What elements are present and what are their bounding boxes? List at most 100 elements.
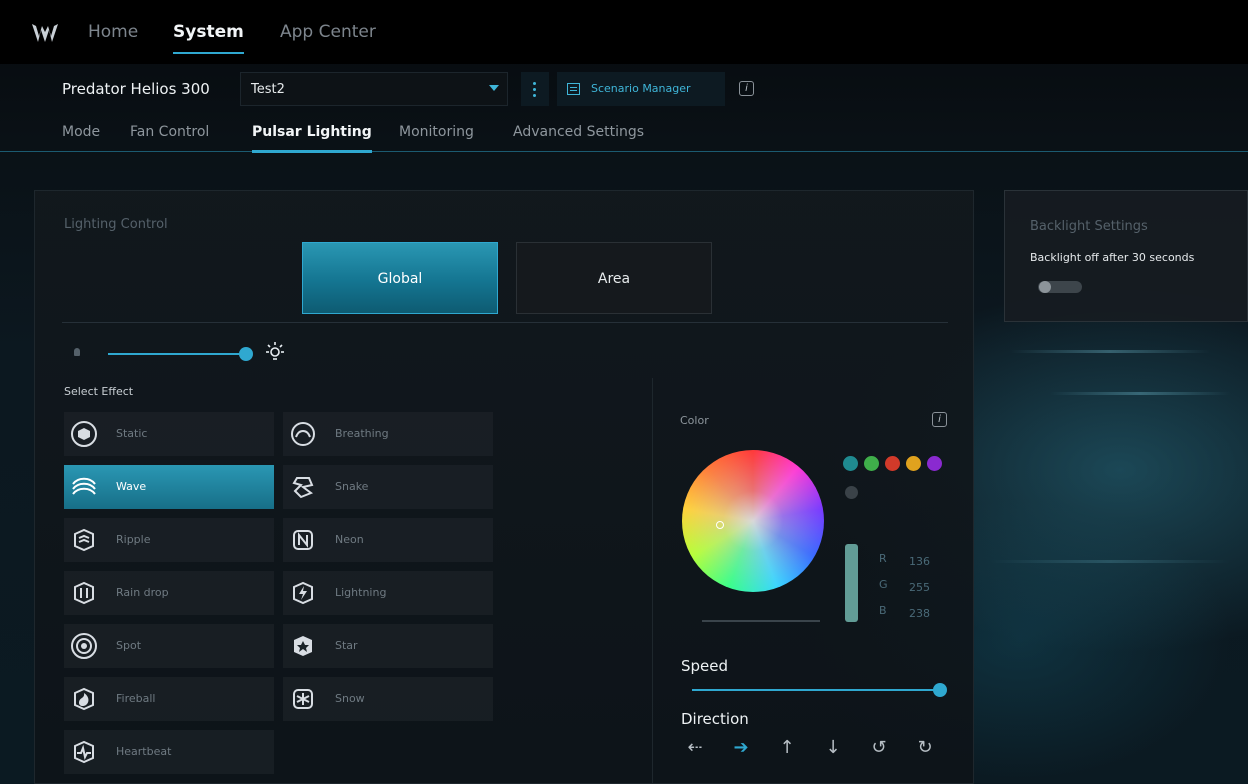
b-label: B (879, 604, 887, 617)
fireball-icon (74, 687, 94, 711)
area-button[interactable]: Area (516, 242, 712, 314)
static-icon (71, 421, 97, 447)
brightness-slider-handle[interactable] (239, 347, 253, 361)
effect-rain-drop[interactable]: Rain drop (64, 571, 274, 615)
profile-select-value: Test2 (251, 82, 285, 97)
effect-label: Star (335, 639, 358, 652)
lightning-icon (293, 581, 313, 605)
effect-label: Wave (116, 480, 147, 493)
effect-label: Snow (335, 692, 365, 705)
background-streak (1010, 350, 1210, 353)
speed-label: Speed (681, 657, 729, 675)
heartbeat-icon (74, 740, 94, 764)
effect-snow[interactable]: Snow (283, 677, 493, 721)
snow-icon (293, 689, 313, 709)
add-swatch-button[interactable] (845, 486, 858, 499)
effect-label: Fireball (116, 692, 156, 705)
speed-slider[interactable] (692, 689, 940, 691)
tab-system[interactable]: System (173, 22, 244, 54)
tab-advanced-settings[interactable]: Advanced Settings (513, 124, 644, 140)
effect-heartbeat[interactable]: Heartbeat (64, 730, 274, 774)
color-title: Color (680, 414, 709, 427)
effect-lightning[interactable]: Lightning (283, 571, 493, 615)
scenario-manager-button[interactable]: Scenario Manager (557, 72, 725, 106)
info-icon[interactable]: i (739, 81, 754, 96)
effect-label: Static (116, 427, 148, 440)
effect-label: Breathing (335, 427, 389, 440)
speed-slider-handle[interactable] (933, 683, 947, 697)
global-button[interactable]: Global (302, 242, 498, 314)
effect-label: Neon (335, 533, 364, 546)
color-info-icon[interactable]: i (932, 412, 947, 427)
arrow-left-icon[interactable]: ⇠ (684, 738, 706, 758)
tab-fan-control[interactable]: Fan Control (130, 124, 209, 140)
effect-static[interactable]: Static (64, 412, 274, 456)
arrow-right-icon[interactable]: ➔ (730, 738, 752, 758)
spot-icon (71, 633, 97, 659)
backlight-option-label: Backlight off after 30 seconds (1030, 251, 1195, 264)
tab-home[interactable]: Home (88, 22, 138, 42)
kebab-dot-icon (533, 82, 536, 85)
kebab-dot-icon (533, 88, 536, 91)
effect-wave[interactable]: Wave (64, 465, 274, 509)
effect-label: Lightning (335, 586, 387, 599)
effect-fireball[interactable]: Fireball (64, 677, 274, 721)
tab-pulsar-lighting[interactable]: Pulsar Lighting (252, 124, 372, 153)
direction-label: Direction (681, 710, 749, 728)
background-streak (1050, 392, 1230, 395)
tab-app-center[interactable]: App Center (280, 22, 376, 42)
rotate-ccw-icon[interactable]: ↺ (868, 738, 890, 758)
color-intensity-slider[interactable] (702, 620, 820, 622)
color-swatch[interactable] (906, 456, 921, 471)
top-navigation: Home System App Center (0, 0, 1248, 64)
tab-monitoring[interactable]: Monitoring (399, 124, 474, 140)
neon-icon (293, 530, 313, 550)
effect-star[interactable]: Star (283, 624, 493, 668)
backlight-settings-title: Backlight Settings (1030, 219, 1148, 234)
effect-spot[interactable]: Spot (64, 624, 274, 668)
breathing-icon (291, 422, 315, 446)
color-wheel-picker[interactable] (716, 521, 724, 529)
kebab-dot-icon (533, 94, 536, 97)
effect-neon[interactable]: Neon (283, 518, 493, 562)
predator-logo-icon (32, 24, 58, 42)
effect-label: Rain drop (116, 586, 169, 599)
ripple-icon (74, 528, 94, 552)
profile-options-button[interactable] (521, 72, 549, 106)
r-value-input[interactable]: 136 (909, 555, 930, 568)
color-swatch[interactable] (843, 456, 858, 471)
effect-label: Spot (116, 639, 142, 652)
color-wheel[interactable] (682, 450, 824, 592)
arrow-up-icon[interactable]: ↑ (776, 738, 798, 758)
snake-icon (292, 477, 314, 499)
brightness-slider[interactable] (108, 353, 246, 355)
tab-mode[interactable]: Mode (62, 124, 100, 140)
effect-breathing[interactable]: Breathing (283, 412, 493, 456)
effect-snake[interactable]: Snake (283, 465, 493, 509)
select-effect-label: Select Effect (64, 385, 134, 398)
wave-icon (72, 477, 96, 495)
rotate-cw-icon[interactable]: ↻ (914, 738, 936, 758)
device-name: Predator Helios 300 (62, 80, 210, 98)
b-value-input[interactable]: 238 (909, 607, 930, 620)
effect-label: Snake (335, 480, 369, 493)
list-icon (567, 83, 580, 95)
backlight-toggle[interactable] (1038, 281, 1082, 293)
effect-ripple[interactable]: Ripple (64, 518, 274, 562)
brightness-high-icon (266, 342, 284, 360)
r-label: R (879, 552, 887, 565)
color-swatch[interactable] (885, 456, 900, 471)
star-icon (294, 636, 312, 656)
toggle-knob (1039, 281, 1051, 293)
g-value-input[interactable]: 255 (909, 581, 930, 594)
color-swatch[interactable] (864, 456, 879, 471)
profile-select[interactable]: Test2 (240, 72, 508, 106)
raindrop-icon (74, 581, 94, 605)
arrow-down-icon[interactable]: ↓ (822, 738, 844, 758)
sub-tabs: Mode Fan Control Pulsar Lighting Monitor… (0, 118, 1248, 153)
g-label: G (879, 578, 888, 591)
color-swatch[interactable] (927, 456, 942, 471)
scenario-manager-label: Scenario Manager (591, 82, 691, 95)
chevron-down-icon (489, 85, 499, 91)
divider (62, 322, 948, 323)
